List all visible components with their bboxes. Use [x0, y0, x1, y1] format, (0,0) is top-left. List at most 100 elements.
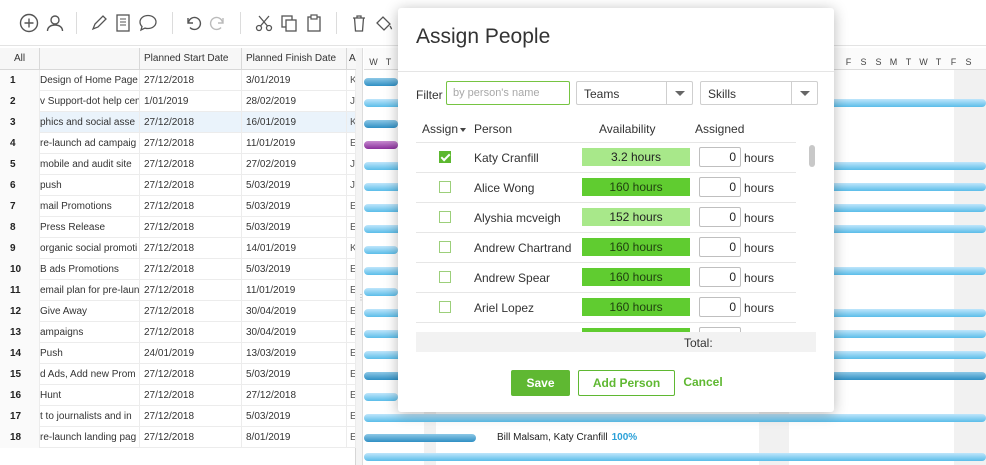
gantt-bar[interactable] — [364, 120, 398, 128]
assign-checkbox[interactable] — [439, 241, 451, 253]
planned-finish-date[interactable]: 5/03/2019 — [242, 175, 347, 196]
task-name[interactable]: Press Release — [40, 217, 140, 238]
task-name[interactable]: Give Away — [40, 301, 140, 322]
planned-finish-date[interactable]: 30/04/2019 — [242, 322, 347, 343]
row-number[interactable]: 1 — [0, 70, 40, 91]
skills-select[interactable]: Skills — [700, 81, 818, 105]
paint-icon[interactable] — [373, 12, 395, 34]
gantt-bar[interactable] — [364, 141, 398, 149]
planned-finish-date[interactable]: 27/12/2018 — [242, 385, 347, 406]
planned-finish-date[interactable]: 16/01/2019 — [242, 112, 347, 133]
assignee-initial[interactable]: E — [347, 196, 356, 217]
delete-icon[interactable] — [348, 12, 370, 34]
assignee-initial[interactable]: E — [347, 364, 356, 385]
row-number[interactable]: 6 — [0, 175, 40, 196]
assignee-initial[interactable]: E — [347, 259, 356, 280]
header-planned-start[interactable]: Planned Start Date — [140, 48, 242, 70]
assigned-hours-input[interactable]: 0 — [699, 297, 741, 317]
planned-finish-date[interactable]: 27/02/2019 — [242, 154, 347, 175]
table-row[interactable]: 14Push24/01/201913/03/2019E — [0, 343, 356, 364]
gantt-bar[interactable] — [364, 434, 476, 442]
row-number[interactable]: 16 — [0, 385, 40, 406]
task-name[interactable]: phics and social asse — [40, 112, 140, 133]
planned-start-date[interactable]: 27/12/2018 — [140, 70, 242, 91]
planned-start-date[interactable]: 27/12/2018 — [140, 427, 242, 448]
row-number[interactable]: 4 — [0, 133, 40, 154]
assignee-initial[interactable]: E — [347, 322, 356, 343]
assigned-hours-input[interactable]: 0 — [699, 147, 741, 167]
task-name[interactable]: organic social promoti — [40, 238, 140, 259]
assigned-hours-input[interactable]: 0 — [699, 267, 741, 287]
row-number[interactable]: 3 — [0, 112, 40, 133]
table-row[interactable]: 4 re-launch ad campaig 27/12/2018 11/01/201… — [0, 133, 356, 154]
task-name[interactable]: mail Promotions — [40, 196, 140, 217]
task-name[interactable]: re-launch landing pag — [40, 427, 140, 448]
assign-column-header[interactable]: Assign — [422, 122, 467, 136]
caret-down-icon[interactable] — [460, 127, 467, 132]
chevron-down-icon[interactable] — [791, 82, 817, 104]
pane-splitter[interactable] — [356, 48, 363, 465]
assignee-initial[interactable]: E — [347, 427, 356, 448]
task-name[interactable]: Hunt — [40, 385, 140, 406]
table-row[interactable]: 17 t to journalists and in 27/12/2018 5/03/… — [0, 406, 356, 427]
table-row[interactable]: 10B ads Promotions27/12/20185/03/2019E — [0, 259, 356, 280]
row-number[interactable]: 11 — [0, 280, 40, 301]
table-row[interactable]: 3 phics and social asse 27/12/2018 16/01/20… — [0, 112, 356, 133]
assignee-initial[interactable]: K — [347, 238, 356, 259]
planned-start-date[interactable]: 27/12/2018 — [140, 175, 242, 196]
row-number[interactable]: 5 — [0, 154, 40, 175]
table-row[interactable]: 6 push 27/12/2018 5/03/2019 J — [0, 175, 356, 196]
row-number[interactable]: 10 — [0, 259, 40, 280]
assign-checkbox[interactable] — [439, 271, 451, 283]
gantt-bar[interactable] — [364, 78, 398, 86]
planned-start-date[interactable]: 27/12/2018 — [140, 406, 242, 427]
planned-start-date[interactable]: 27/12/2018 — [140, 322, 242, 343]
task-name[interactable]: re-launch ad campaig — [40, 133, 140, 154]
header-planned-finish[interactable]: Planned Finish Date — [242, 48, 347, 70]
redo-icon[interactable] — [207, 12, 229, 34]
assignee-initial[interactable]: E — [347, 280, 356, 301]
task-name[interactable]: Design of Home Page — [40, 70, 140, 91]
user-icon[interactable] — [44, 12, 66, 34]
row-number[interactable]: 13 — [0, 322, 40, 343]
gantt-bar[interactable] — [364, 288, 398, 296]
planned-start-date[interactable]: 27/12/2018 — [140, 385, 242, 406]
assigned-hours-input[interactable]: 0 — [699, 237, 741, 257]
planned-start-date[interactable]: 27/12/2018 — [140, 259, 242, 280]
planned-start-date[interactable]: 27/12/2018 — [140, 217, 242, 238]
planned-start-date[interactable]: 27/12/2018 — [140, 133, 242, 154]
save-button[interactable]: Save — [511, 370, 570, 396]
table-row[interactable]: 1Design of Home Page27/12/20183/01/2019K — [0, 70, 356, 91]
edit-icon[interactable] — [88, 12, 110, 34]
table-row[interactable]: 18 re-launch landing pag 27/12/2018 8/01/20… — [0, 427, 356, 448]
gantt-bar[interactable] — [364, 246, 398, 254]
row-number[interactable]: 8 — [0, 217, 40, 238]
planned-finish-date[interactable]: 11/01/2019 — [242, 280, 347, 301]
header-name[interactable] — [40, 48, 140, 70]
row-number[interactable]: 7 — [0, 196, 40, 217]
planned-start-date[interactable]: 27/12/2018 — [140, 280, 242, 301]
planned-finish-date[interactable]: 8/01/2019 — [242, 427, 347, 448]
planned-finish-date[interactable]: 30/04/2019 — [242, 301, 347, 322]
task-name[interactable]: B ads Promotions — [40, 259, 140, 280]
assignee-initial[interactable]: E — [347, 385, 356, 406]
task-name[interactable]: push — [40, 175, 140, 196]
task-name[interactable]: ampaigns — [40, 322, 140, 343]
cancel-button[interactable]: Cancel — [680, 370, 726, 396]
assignee-initial[interactable]: E — [347, 343, 356, 364]
planned-start-date[interactable]: 27/12/2018 — [140, 238, 242, 259]
chevron-down-icon[interactable] — [666, 82, 692, 104]
row-number[interactable]: 18 — [0, 427, 40, 448]
table-row[interactable]: 15 d Ads, Add new Prom 27/12/2018 5/03/2019… — [0, 364, 356, 385]
assignee-initial[interactable]: E — [347, 217, 356, 238]
planned-start-date[interactable]: 27/12/2018 — [140, 196, 242, 217]
task-name[interactable]: v Support-dot help cen — [40, 91, 140, 112]
gantt-bar[interactable] — [364, 414, 986, 422]
planned-finish-date[interactable]: 5/03/2019 — [242, 406, 347, 427]
planned-finish-date[interactable]: 13/03/2019 — [242, 343, 347, 364]
planned-start-date[interactable]: 27/12/2018 — [140, 154, 242, 175]
header-extra[interactable]: A — [347, 48, 356, 70]
assigned-hours-input[interactable]: 0 — [699, 177, 741, 197]
table-row[interactable]: 8Press Release27/12/20185/03/2019E — [0, 217, 356, 238]
cut-icon[interactable] — [253, 12, 275, 34]
